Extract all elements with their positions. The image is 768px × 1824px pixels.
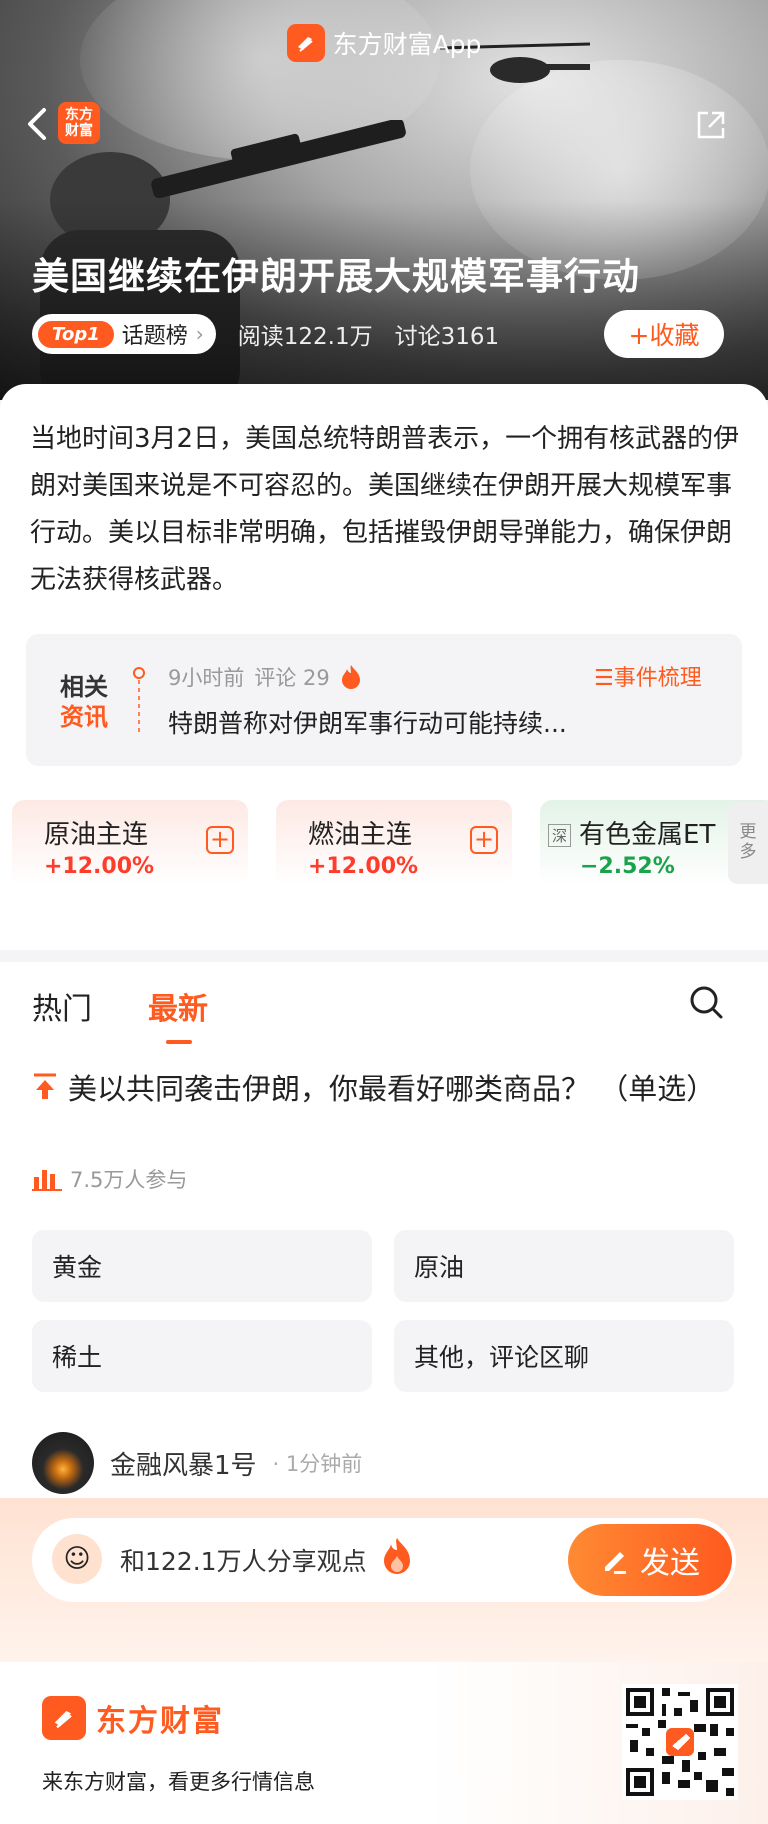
timeline-icon: [133, 667, 145, 736]
send-button[interactable]: 发送: [568, 1524, 732, 1596]
sector-name: 有色金属ET: [579, 820, 716, 850]
mascot-icon: ☺: [52, 1534, 102, 1584]
footer-brand-name: 东方财富: [96, 1704, 224, 1739]
comment-placeholder: 和122.1万人分享观点: [120, 1547, 367, 1576]
discussion-feed: 热门 最新 美以共同袭击伊朗，你最看好哪类商品？ （单选） 7.5万人参与 黄金…: [0, 962, 768, 1498]
topic-rank-pill[interactable]: Top1 话题榜 ›: [32, 314, 216, 354]
flame-icon: [341, 665, 360, 689]
chevron-left-icon[interactable]: [22, 104, 52, 144]
topic-list-label: 话题榜: [121, 324, 188, 349]
comment-input[interactable]: ☺ 和122.1万人分享观点 发送: [32, 1518, 736, 1602]
poll-option[interactable]: 其他，评论区聊: [394, 1320, 734, 1392]
poll-option[interactable]: 稀土: [32, 1320, 372, 1392]
sector-card[interactable]: 原油主连 +12.00% +: [12, 800, 248, 886]
related-news-tag: 相关 资讯: [60, 673, 108, 731]
add-watchlist-icon[interactable]: +: [206, 826, 234, 854]
event-timeline-link[interactable]: ☰事件梳理: [594, 660, 702, 692]
pin-top-icon: [34, 1073, 56, 1099]
poll-option[interactable]: 黄金: [32, 1230, 372, 1302]
post-author[interactable]: 金融风暴1号: [110, 1445, 257, 1482]
app-badge[interactable]: 东方财富App: [0, 24, 768, 62]
eastmoney-logo-icon: [42, 1696, 86, 1740]
tab-hot[interactable]: 热门: [32, 984, 92, 1028]
flame-icon: [384, 1538, 410, 1574]
poll-participants: 7.5万人参与: [70, 1168, 188, 1192]
add-watchlist-icon[interactable]: +: [470, 826, 498, 854]
eastmoney-brand-icon: 东方 财富: [58, 102, 100, 144]
poll-question: 美以共同袭击伊朗，你最看好哪类商品？ （单选）: [68, 1072, 716, 1106]
search-icon[interactable]: [688, 984, 724, 1020]
sector-quotes: 原油主连 +12.00% + 燃油主连 +12.00% + 深有色金属ET −2…: [12, 800, 768, 896]
footer-brand: 东方财富: [42, 1696, 224, 1740]
hero-shade: [0, 200, 768, 400]
send-label: 发送: [640, 1546, 700, 1581]
poll-option[interactable]: 原油: [394, 1230, 734, 1302]
topic-card: 当地时间3月2日，美国总统特朗普表示，一个拥有核武器的伊朗对美国来说是不可容忍的…: [0, 384, 768, 950]
app-badge-label: 东方财富App: [332, 30, 482, 59]
sector-card[interactable]: 燃油主连 +12.00% +: [276, 800, 512, 886]
sector-name: 燃油主连: [308, 820, 413, 850]
avatar[interactable]: [32, 1432, 94, 1494]
share-icon[interactable]: [694, 108, 728, 142]
favorite-button[interactable]: +收藏: [604, 310, 724, 358]
page-title: 美国继续在伊朗开展大规模军事行动: [32, 255, 640, 298]
sector-name: 原油主连: [44, 820, 149, 850]
poll-stats: 7.5万人参与: [32, 1164, 187, 1194]
pencil-icon: [605, 1552, 626, 1574]
read-count: 阅读122.1万: [237, 324, 373, 350]
sector-change: −2.52%: [580, 854, 675, 879]
discussion-count: 讨论3161: [394, 324, 500, 350]
tab-latest[interactable]: 最新: [148, 984, 208, 1028]
more-sectors-tab[interactable]: 更多: [728, 802, 768, 884]
related-news-title[interactable]: 特朗普称对伊朗军事行动可能持续...: [168, 704, 567, 740]
post-header: 金融风暴1号 · 1分钟前: [32, 1432, 362, 1494]
related-news[interactable]: 相关 资讯 9小时前 评论 29 特朗普称对伊朗军事行动可能持续... ☰事件梳…: [26, 634, 742, 766]
download-footer: 东方财富 来东方财富，看更多行情信息: [0, 1662, 768, 1824]
chevron-right-icon: ›: [195, 322, 204, 346]
topic-summary: 当地时间3月2日，美国总统特朗普表示，一个拥有核武器的伊朗对美国来说是不可容忍的…: [30, 424, 740, 595]
qr-code-icon[interactable]: [622, 1684, 738, 1800]
market-badge: 深: [548, 824, 572, 847]
topic-meta-row: Top1 话题榜 › 阅读122.1万 讨论3161: [32, 314, 499, 354]
sector-change: +12.00%: [308, 854, 419, 879]
footer-tagline: 来东方财富，看更多行情信息: [42, 1770, 315, 1794]
related-news-comments: 评论 29: [254, 666, 330, 690]
active-tab-indicator: [166, 1040, 192, 1044]
comment-bar: ☺ 和122.1万人分享观点 发送: [0, 1498, 768, 1662]
related-news-time: 9小时前: [168, 666, 245, 690]
post-time: · 1分钟前: [272, 1452, 363, 1476]
related-news-meta: 9小时前 评论 29: [168, 662, 362, 692]
top1-badge: Top1: [38, 320, 114, 348]
sector-name-row: 深有色金属ET: [548, 814, 715, 851]
sector-change: +12.00%: [44, 854, 155, 879]
eastmoney-logo-icon: [286, 24, 325, 62]
more-sectors-label: 更多: [739, 822, 757, 862]
bar-chart-icon: [32, 1170, 62, 1191]
